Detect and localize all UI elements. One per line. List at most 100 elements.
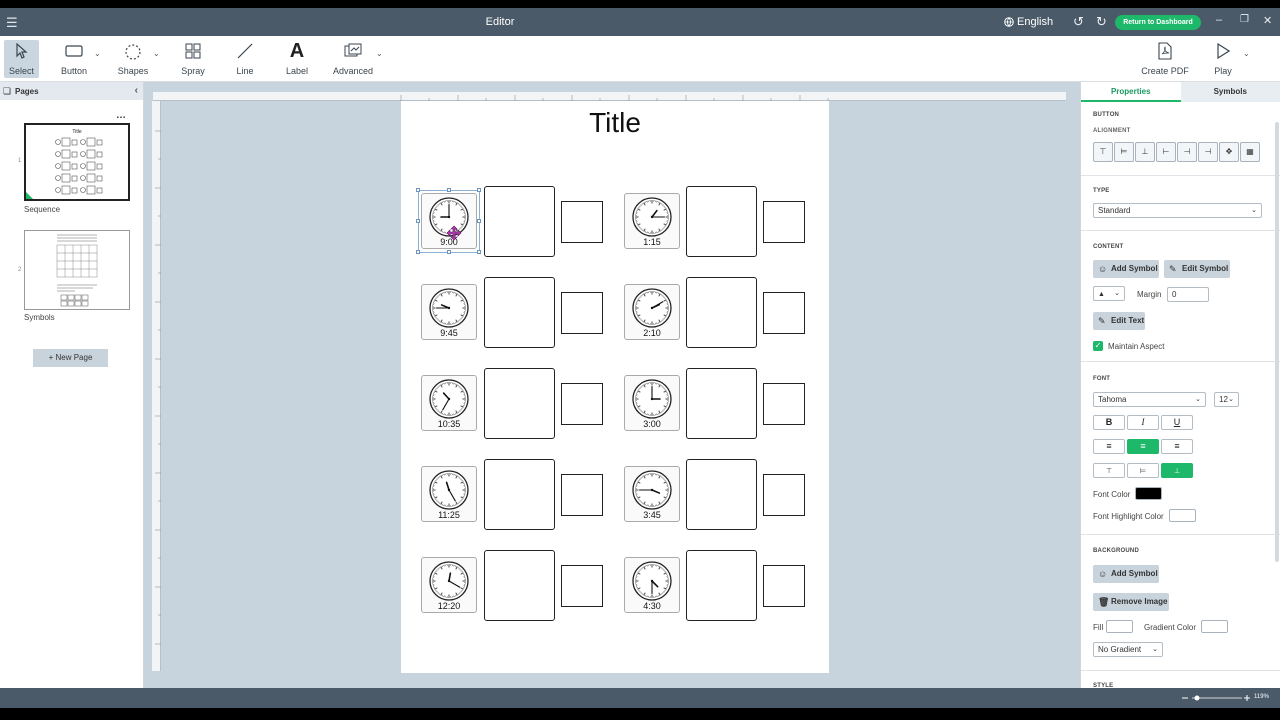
- panel-scrollbar[interactable]: [1275, 122, 1279, 562]
- label-tool[interactable]: A Label: [282, 40, 312, 78]
- clock-button[interactable]: 3:00: [624, 375, 680, 431]
- valign-top-button[interactable]: ⊤: [1093, 463, 1125, 478]
- underline-button[interactable]: U: [1161, 415, 1193, 430]
- align-right-button[interactable]: ≡: [1161, 439, 1193, 454]
- line-tool[interactable]: Line: [230, 40, 260, 78]
- sequence-answer-box[interactable]: [484, 368, 555, 439]
- alignment-button[interactable]: ⊤: [1093, 142, 1113, 162]
- italic-button[interactable]: I: [1127, 415, 1159, 430]
- resize-handle[interactable]: [477, 219, 481, 223]
- close-icon[interactable]: ✕: [1263, 14, 1272, 27]
- font-family-select[interactable]: Tahoma ⌄: [1093, 392, 1206, 407]
- remove-image-button[interactable]: 🗑 Remove Image: [1093, 593, 1169, 611]
- horizontal-ruler[interactable]: [153, 92, 1066, 101]
- symbol-position-select[interactable]: ▲ ⌄: [1093, 286, 1125, 301]
- gradient-color-swatch[interactable]: [1201, 620, 1228, 633]
- clock-button[interactable]: 12:20: [421, 557, 477, 613]
- background-add-symbol-button[interactable]: ☺ Add Symbol: [1093, 565, 1159, 583]
- sequence-small-box[interactable]: [763, 201, 805, 243]
- add-symbol-button[interactable]: ☺ Add Symbol: [1093, 260, 1159, 278]
- vertical-ruler[interactable]: [152, 101, 161, 671]
- clock-button[interactable]: 9:45: [421, 284, 477, 340]
- clock-button[interactable]: 11:25: [421, 466, 477, 522]
- page-thumbnail-1[interactable]: Title: [24, 123, 130, 201]
- resize-handle[interactable]: [447, 188, 451, 192]
- gradient-select[interactable]: No Gradient ⌄: [1093, 642, 1163, 657]
- resize-handle[interactable]: [416, 219, 420, 223]
- tab-symbols[interactable]: Symbols: [1180, 82, 1280, 102]
- font-color-swatch[interactable]: [1135, 487, 1162, 500]
- tab-properties[interactable]: Properties: [1081, 82, 1181, 102]
- new-page-button[interactable]: + New Page: [33, 349, 108, 367]
- sequence-answer-box[interactable]: [686, 550, 757, 621]
- sequence-small-box[interactable]: [763, 292, 805, 334]
- bold-button[interactable]: B: [1093, 415, 1125, 430]
- button-dropdown-icon[interactable]: ⌄: [94, 49, 101, 58]
- resize-handle[interactable]: [416, 188, 420, 192]
- minimize-icon[interactable]: –: [1216, 14, 1222, 26]
- margin-input[interactable]: 0: [1167, 287, 1209, 302]
- resize-handle[interactable]: [477, 188, 481, 192]
- sequence-answer-box[interactable]: [686, 186, 757, 257]
- shapes-dropdown-icon[interactable]: ⌄: [153, 49, 160, 58]
- sequence-answer-box[interactable]: [686, 277, 757, 348]
- spray-tool[interactable]: Spray: [176, 40, 210, 78]
- sequence-small-box[interactable]: [561, 201, 603, 243]
- collapse-panel-icon[interactable]: ‹: [135, 85, 138, 96]
- canvas-area[interactable]: Title 9:00 9:45 10:35 11:25 12:20 1:15 2:10 3:0…: [144, 82, 1080, 688]
- select-tool[interactable]: Select: [4, 40, 39, 78]
- page-title[interactable]: Title: [401, 107, 829, 139]
- alignment-button[interactable]: ▦: [1240, 142, 1260, 162]
- align-left-button[interactable]: ≡: [1093, 439, 1125, 454]
- font-highlight-swatch[interactable]: [1169, 509, 1196, 522]
- shapes-tool[interactable]: Shapes: [114, 40, 152, 78]
- redo-icon[interactable]: ↻: [1096, 14, 1107, 30]
- return-to-dashboard-button[interactable]: Return to Dashboard: [1115, 15, 1201, 30]
- restore-icon[interactable]: ❐: [1240, 14, 1249, 25]
- sequence-small-box[interactable]: [763, 383, 805, 425]
- sequence-answer-box[interactable]: [686, 459, 757, 530]
- document-page[interactable]: Title 9:00 9:45 10:35 11:25 12:20 1:15 2:10 3:0…: [401, 101, 829, 673]
- resize-handle[interactable]: [477, 250, 481, 254]
- clock-button[interactable]: 3:45: [624, 466, 680, 522]
- alignment-button[interactable]: ✥: [1219, 142, 1239, 162]
- sequence-answer-box[interactable]: [686, 368, 757, 439]
- sequence-answer-box[interactable]: [484, 186, 555, 257]
- sequence-small-box[interactable]: [763, 474, 805, 516]
- alignment-button[interactable]: ⊨: [1114, 142, 1134, 162]
- alignment-button[interactable]: ⊥: [1135, 142, 1155, 162]
- align-center-button[interactable]: ≡: [1127, 439, 1159, 454]
- advanced-tool[interactable]: Advanced: [332, 40, 374, 78]
- create-pdf-button[interactable]: Create PDF: [1140, 40, 1190, 78]
- clock-button[interactable]: 4:30: [624, 557, 680, 613]
- font-size-select[interactable]: 12 ⌄: [1214, 392, 1239, 407]
- advanced-dropdown-icon[interactable]: ⌄: [376, 49, 383, 58]
- page-thumbnail-2[interactable]: [24, 230, 130, 310]
- zoom-slider[interactable]: [1180, 692, 1250, 704]
- sequence-answer-box[interactable]: [484, 459, 555, 530]
- clock-button[interactable]: 2:10: [624, 284, 680, 340]
- page-options-icon[interactable]: …: [116, 110, 127, 121]
- play-button[interactable]: Play: [1208, 40, 1238, 78]
- alignment-button[interactable]: ⊣: [1198, 142, 1218, 162]
- play-dropdown-icon[interactable]: ⌄: [1243, 49, 1250, 58]
- sequence-small-box[interactable]: [763, 565, 805, 607]
- edit-symbol-button[interactable]: ✎ Edit Symbol: [1164, 260, 1230, 278]
- maintain-aspect-checkbox[interactable]: ✓: [1093, 341, 1103, 351]
- alignment-button[interactable]: ⊣: [1177, 142, 1197, 162]
- resize-handle[interactable]: [447, 250, 451, 254]
- sequence-small-box[interactable]: [561, 474, 603, 516]
- valign-bottom-button[interactable]: ⊥: [1161, 463, 1193, 478]
- clock-button[interactable]: 1:15: [624, 193, 680, 249]
- undo-icon[interactable]: ↺: [1073, 14, 1084, 30]
- sequence-answer-box[interactable]: [484, 550, 555, 621]
- clock-button[interactable]: 10:35: [421, 375, 477, 431]
- sequence-small-box[interactable]: [561, 383, 603, 425]
- valign-middle-button[interactable]: ⊨: [1127, 463, 1159, 478]
- button-tool[interactable]: Button: [56, 40, 92, 78]
- sequence-small-box[interactable]: [561, 292, 603, 334]
- sequence-small-box[interactable]: [561, 565, 603, 607]
- alignment-button[interactable]: ⊢: [1156, 142, 1176, 162]
- language-selector[interactable]: English: [1004, 16, 1053, 28]
- edit-text-button[interactable]: ✎ Edit Text: [1093, 312, 1145, 330]
